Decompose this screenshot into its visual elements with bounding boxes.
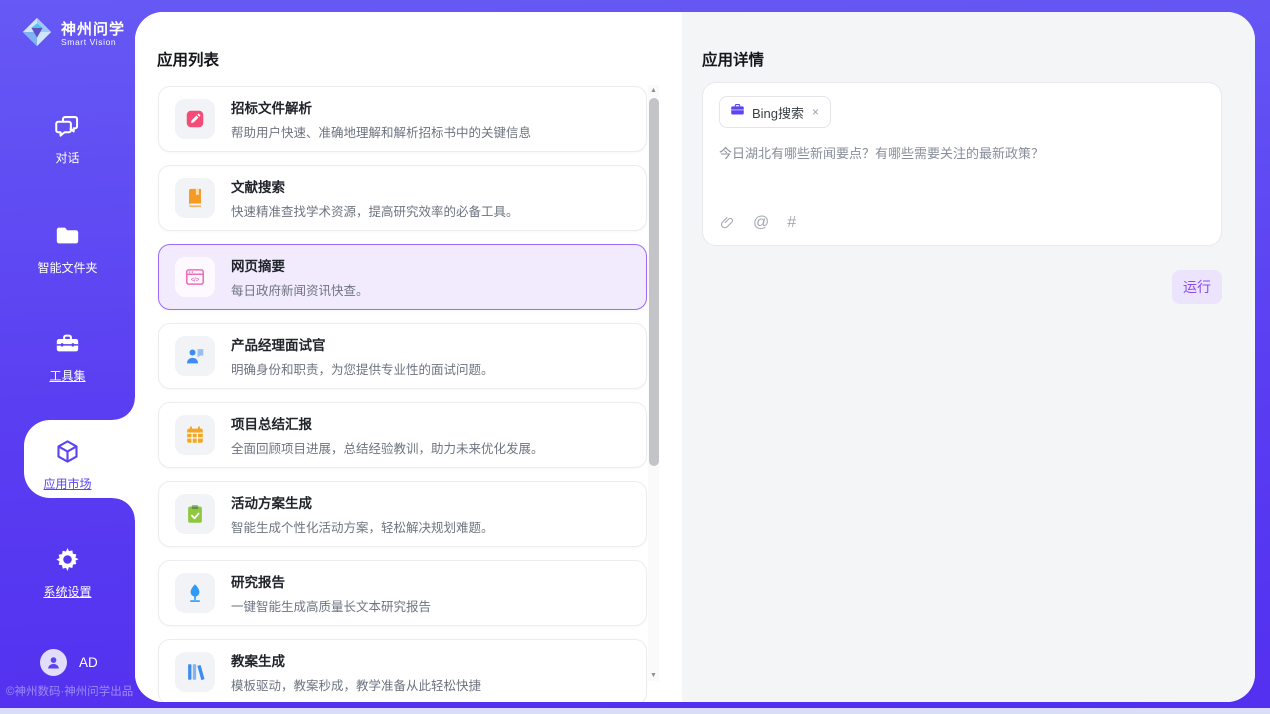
app-card-research-report[interactable]: 研究报告一键智能生成高质量长文本研究报告	[158, 560, 647, 626]
app-list-scrollbar[interactable]: ▲ ▼	[648, 85, 659, 681]
sidebar-item-label: 智能文件夹	[0, 259, 135, 276]
app-card-pm-interviewer[interactable]: 产品经理面试官明确身份和职责，为您提供专业性的面试问题。	[158, 323, 647, 389]
ink-pen-icon	[175, 573, 215, 613]
app-card-description: 快速精准查找学术资源，提高研究效率的必备工具。	[231, 201, 519, 220]
tool-tag-label: Bing搜索	[752, 103, 804, 122]
app-card-title: 文献搜索	[231, 176, 519, 196]
browser-code-icon: </>	[175, 257, 215, 297]
app-card-description: 一键智能生成高质量长文本研究报告	[231, 596, 431, 615]
sidebar: 神州问学 Smart Vision 对话智能文件夹工具集应用市场系统设置 AD …	[0, 0, 135, 714]
sidebar-item-label: 应用市场	[0, 475, 135, 492]
interviewer-icon	[175, 336, 215, 376]
sidebar-item-app-market[interactable]: 应用市场	[0, 438, 135, 492]
clipboard-check-icon	[175, 494, 215, 534]
cube-icon	[54, 438, 81, 465]
app-card-description: 每日政府新闻资讯快查。	[231, 280, 369, 299]
book-icon	[175, 178, 215, 218]
gem-logo-icon	[20, 15, 54, 54]
app-card-title: 招标文件解析	[231, 97, 531, 117]
hash-icon[interactable]: #	[787, 215, 796, 231]
scroll-down-icon[interactable]: ▼	[648, 670, 659, 681]
app-card-description: 明确身份和职责，为您提供专业性的面试问题。	[231, 359, 494, 378]
app-card-lesson-plan[interactable]: 教案生成模板驱动，教案秒成，教学准备从此轻松快捷	[158, 639, 647, 702]
sidebar-item-toolset[interactable]: 工具集	[0, 330, 135, 384]
app-card-event-plan[interactable]: 活动方案生成智能生成个性化活动方案，轻松解决规划难题。	[158, 481, 647, 547]
content-panel: 应用列表 招标文件解析帮助用户快速、准确地理解和解析招标书中的关键信息文献搜索快…	[135, 12, 1255, 702]
edit-square-icon	[175, 99, 215, 139]
chat-icon	[54, 112, 81, 139]
tag-close-icon[interactable]: ×	[811, 105, 820, 119]
app-list-title: 应用列表	[157, 48, 219, 70]
prompt-input[interactable]: 今日湖北有哪些新闻要点？有哪些需要关注的最新政策？	[719, 143, 1199, 162]
prompt-card: Bing搜索 × 今日湖北有哪些新闻要点？有哪些需要关注的最新政策？ @ #	[702, 82, 1222, 246]
app-card-web-summary[interactable]: </> 网页摘要每日政府新闻资讯快查。	[158, 244, 647, 310]
briefcase-icon	[730, 102, 745, 122]
app-card-title: 产品经理面试官	[231, 334, 494, 354]
app-card-title: 网页摘要	[231, 255, 369, 275]
sidebar-item-label: 对话	[0, 149, 135, 166]
app-card-description: 智能生成个性化活动方案，轻松解决规划难题。	[231, 517, 494, 536]
app-card-title: 活动方案生成	[231, 492, 494, 512]
app-card-bid-doc-parse[interactable]: 招标文件解析帮助用户快速、准确地理解和解析招标书中的关键信息	[158, 86, 647, 152]
brand-subtitle: Smart Vision	[61, 38, 125, 47]
app-card-description: 帮助用户快速、准确地理解和解析招标书中的关键信息	[231, 122, 531, 141]
app-detail-pane: 应用详情 Bing搜索 × 今日湖北有哪些新闻要点？有哪些需要关注的最新政策？	[682, 12, 1255, 702]
user-initials: AD	[79, 655, 98, 670]
sidebar-item-label: 工具集	[0, 367, 135, 384]
attachment-toolbar: @ #	[719, 215, 796, 231]
sidebar-item-chat[interactable]: 对话	[0, 112, 135, 166]
app-card-title: 研究报告	[231, 571, 431, 591]
app-card-description: 模板驱动，教案秒成，教学准备从此轻松快捷	[231, 675, 481, 694]
copyright-footer: ©神州数码·神州问学出品	[6, 683, 133, 699]
svg-text:</>: </>	[191, 277, 200, 283]
tool-tag-bing-search[interactable]: Bing搜索 ×	[719, 96, 831, 128]
at-icon[interactable]: @	[753, 215, 769, 231]
app-list-pane: 应用列表 招标文件解析帮助用户快速、准确地理解和解析招标书中的关键信息文献搜索快…	[135, 12, 682, 702]
books-icon	[175, 652, 215, 692]
scrollbar-thumb[interactable]	[649, 98, 659, 466]
user-account[interactable]: AD	[40, 649, 98, 676]
app-card-description: 全面回顾项目进展，总结经验教训，助力未来优化发展。	[231, 438, 544, 457]
toolbox-icon	[54, 330, 81, 357]
gear-icon	[54, 546, 81, 573]
window-bottom-edge	[0, 708, 1270, 714]
scroll-up-icon[interactable]: ▲	[648, 85, 659, 96]
calendar-grid-icon	[175, 415, 215, 455]
paperclip-icon[interactable]	[719, 215, 735, 231]
sidebar-item-label: 系统设置	[0, 583, 135, 600]
app-window: 神州问学 Smart Vision 对话智能文件夹工具集应用市场系统设置 AD …	[0, 0, 1270, 714]
brand-logo: 神州问学 Smart Vision	[20, 15, 125, 54]
app-card-title: 项目总结汇报	[231, 413, 544, 433]
avatar	[40, 649, 67, 676]
app-card-literature-search[interactable]: 文献搜索快速精准查找学术资源，提高研究效率的必备工具。	[158, 165, 647, 231]
app-card-project-summary[interactable]: 项目总结汇报全面回顾项目进展，总结经验教训，助力未来优化发展。	[158, 402, 647, 468]
sidebar-item-smart-folders[interactable]: 智能文件夹	[0, 222, 135, 276]
run-button[interactable]: 运行	[1172, 270, 1222, 304]
folder-icon	[54, 222, 81, 249]
brand-name: 神州问学	[61, 22, 125, 38]
app-card-title: 教案生成	[231, 650, 481, 670]
app-detail-title: 应用详情	[702, 48, 764, 70]
sidebar-item-settings[interactable]: 系统设置	[0, 546, 135, 600]
